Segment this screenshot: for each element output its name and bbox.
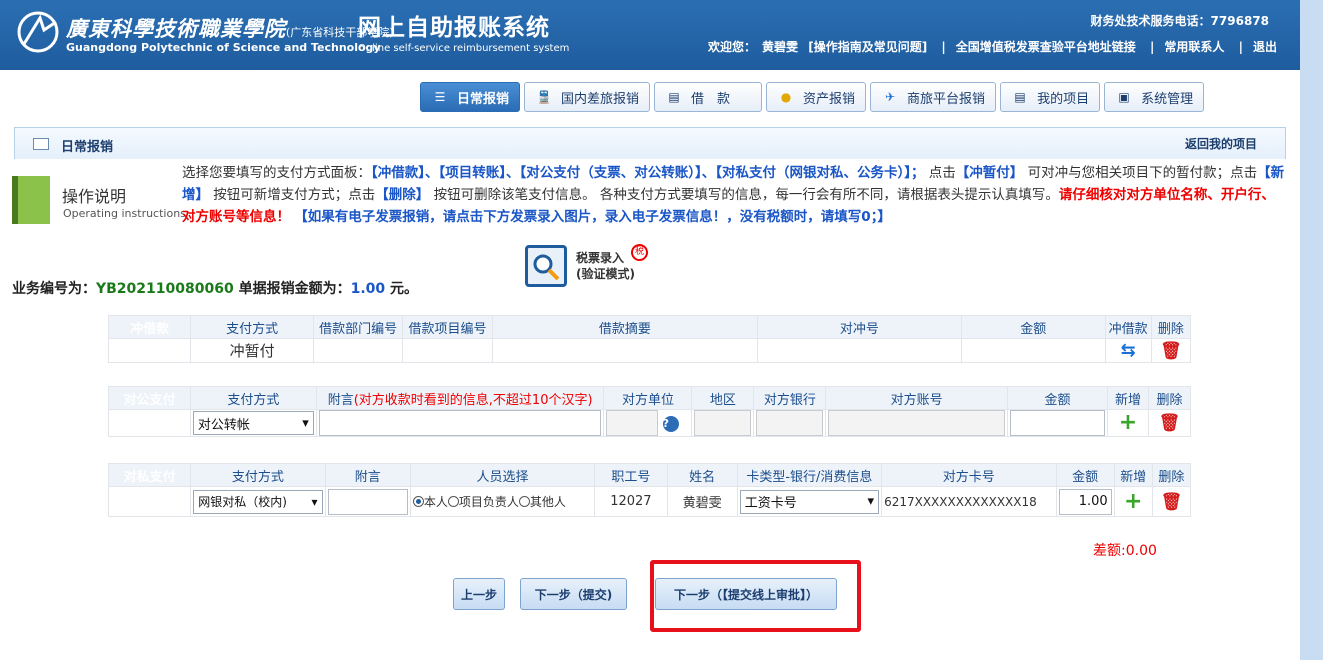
loan-method: 冲暂付 [190, 338, 314, 363]
loan-icon: ▤ [668, 90, 680, 104]
loan-offset-label: 冲借款 [107, 315, 192, 339]
employee-id: 12027 [594, 486, 668, 517]
college-name-en: Guangdong Polytechnic of Science and Tec… [66, 41, 381, 54]
private-amount-input[interactable]: 1.00 [1058, 488, 1112, 515]
tab-system-management[interactable]: ▣ 系统管理 [1104, 82, 1205, 112]
counterparty-account-input[interactable] [828, 410, 1006, 436]
red-highlight-box [650, 560, 861, 632]
user-name: 黄碧雯 [762, 40, 799, 54]
settings-icon: ▣ [1118, 90, 1130, 104]
instructions-text: 选择您要填写的支付方式面板：【冲借款】、【项目转账】、【对公支付（支票、对公转账… [182, 165, 1285, 225]
private-method-select[interactable]: 网银对私（校内) ▾ [193, 489, 323, 514]
back-to-projects-link[interactable]: 返回我的项目 [1185, 135, 1257, 152]
public-payment-label: 对公支付 [108, 386, 191, 410]
tax-invoice-entry-button[interactable]: 税票录入 (验证模式) 税 [525, 240, 660, 290]
section-header: 日常报销 返回我的项目 [14, 127, 1286, 159]
section-title: 日常报销 [61, 140, 114, 155]
radio-other-person[interactable] [518, 496, 530, 507]
add-icon[interactable]: + [1124, 489, 1142, 514]
tax-entry-mode: (验证模式) [576, 267, 635, 281]
chevron-down-icon: ▾ [302, 415, 309, 431]
reimbursement-amount: 1.00 [350, 281, 386, 297]
delete-icon[interactable]: 🗑 [1161, 492, 1183, 512]
train-icon: 🚆 [536, 90, 552, 104]
public-method-select[interactable]: 对公转帐 ▾ [192, 411, 314, 435]
next-submit-button[interactable]: 下一步（提交) [520, 578, 627, 610]
tab-asset-reimbursement[interactable]: ● 资产报销 [766, 82, 867, 112]
help-icon[interactable]: ? [662, 415, 679, 432]
loan-offset-table: 冲借款 支付方式 借款部门编号 借款项目编号 借款摘要 对冲号 金额 冲借款 删… [107, 315, 1192, 363]
region-input[interactable] [694, 410, 752, 436]
business-summary: 业务编号为：YB202110080060 单据报销金额为：1.00 元。 [12, 281, 418, 297]
book-icon [12, 176, 50, 224]
college-name-cn: 廣東科學技術職業學院(广东省科技干部学院) [66, 16, 394, 41]
public-remark-input[interactable] [318, 410, 602, 436]
invoice-search-icon [525, 245, 567, 287]
top-nav: 欢迎您： 黄碧雯 [操作指南及常见问题] | 全国增值税发票查验平台地址链接 | 常用… [708, 40, 1277, 54]
nav-contacts-link[interactable]: 常用联系人 [1164, 40, 1224, 54]
public-amount-input[interactable] [1010, 410, 1105, 436]
tab-my-projects[interactable]: ▤ 我的项目 [1000, 82, 1101, 112]
radio-self[interactable] [412, 496, 424, 507]
prev-step-button[interactable]: 上一步 [453, 578, 505, 610]
right-scroll-strip [1300, 0, 1323, 660]
counterparty-unit-input[interactable] [606, 410, 659, 436]
welcome-label: 欢迎您： [708, 40, 757, 54]
document-icon: ▤ [1014, 90, 1026, 104]
header-bar: 廣東科學技術職業學院(广东省科技干部学院) Guangdong Polytech… [0, 0, 1300, 70]
tab-daily-reimbursement[interactable]: ☰ 日常报销 [420, 82, 521, 112]
delete-icon[interactable]: 🗑 [1159, 413, 1181, 433]
tab-business-travel-platform[interactable]: ✈ 商旅平台报销 [870, 82, 997, 112]
tab-loan[interactable]: ▤ 借 款 [654, 82, 763, 112]
card-type-select[interactable]: 工资卡号 ▾ [739, 489, 880, 514]
swap-icon[interactable]: ⇆ [1121, 340, 1136, 361]
college-logo-icon [17, 11, 59, 53]
business-id: YB202110080060 [96, 281, 234, 297]
coins-icon: ● [780, 90, 792, 104]
private-payment-label: 对私支付 [107, 463, 192, 487]
public-payment-table: 对公支付 支付方式 附言(对方收款时看到的信息,不超过10个汉字) 对方单位 地… [108, 386, 1192, 437]
module-tabs: ☰ 日常报销 🚆 国内差旅报销 ▤ 借 款 ● 资产报销 ✈ 商旅平台报销 ▤ 我的项目 ▣… [420, 82, 1205, 112]
chevron-down-icon: ▾ [311, 494, 318, 509]
form-icon [33, 138, 49, 150]
add-icon[interactable]: + [1119, 410, 1137, 435]
tax-badge: 税 [631, 244, 648, 261]
nav-logout-link[interactable]: 退出 [1253, 40, 1277, 54]
list-icon: ☰ [434, 90, 446, 104]
plane-icon: ✈ [885, 90, 896, 104]
chevron-down-icon: ▾ [867, 494, 875, 509]
service-hotline: 财务处技术服务电话：7796878 [1090, 14, 1269, 28]
difference-amount: 差额:0.00 [1093, 543, 1157, 559]
private-remark-input[interactable] [327, 488, 408, 515]
instructions-title: 操作说明 [62, 187, 127, 206]
nav-invoice-check-link[interactable]: 全国增值税发票查验平台地址链接 [956, 40, 1136, 54]
system-title: 网上自助报账系统 [358, 15, 550, 41]
tax-entry-label: 税票录入 [576, 251, 625, 265]
tab-domestic-travel[interactable]: 🚆 国内差旅报销 [524, 82, 651, 112]
employee-name: 黄碧雯 [666, 486, 738, 517]
private-payment-table: 对私支付 支付方式 附言 人员选择 职工号 姓名 卡类型-银行/消费信息 对方卡… [107, 463, 1192, 517]
delete-icon[interactable]: 🗑 [1160, 341, 1182, 361]
radio-project-leader[interactable] [447, 496, 459, 507]
nav-guide-link[interactable]: [操作指南及常见问题] [808, 40, 927, 54]
counterparty-bank-input[interactable] [756, 410, 824, 436]
system-subtitle: Online self-service reimbursement system [358, 43, 570, 54]
card-number: 6217XXXXXXXXXXXXX18 [881, 486, 1057, 517]
instructions-subtitle: Operating instructions [63, 207, 186, 220]
